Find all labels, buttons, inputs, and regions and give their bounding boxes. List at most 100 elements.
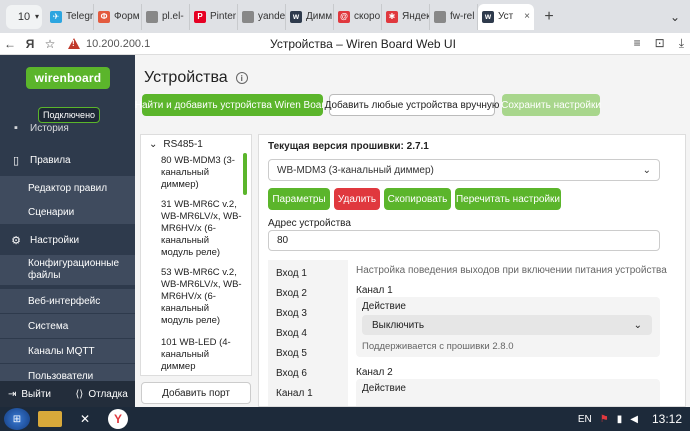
flag-icon[interactable]: ⚑	[600, 414, 609, 425]
start-button[interactable]: ⊞	[4, 408, 30, 430]
channel-2-box: Действие	[356, 379, 660, 406]
tab-0[interactable]: ✈ Telegr	[46, 3, 94, 30]
channel-1-box: Действие Выключить ⌄ Поддерживается с пр…	[356, 297, 660, 357]
delete-button[interactable]: Удалить	[334, 188, 380, 210]
save-settings-button[interactable]: Сохранить настройки	[501, 94, 601, 116]
info-icon[interactable]: i	[235, 72, 248, 84]
address-bar-actions: ≡ ⊡ ⤓	[634, 36, 684, 51]
network-icon[interactable]: ▮	[617, 414, 623, 425]
tab-input-1[interactable]: Вход 1	[276, 268, 307, 279]
address-label: Адрес устройства	[268, 218, 351, 229]
add-manual-button[interactable]: Добавить любые устройства вручную	[325, 94, 499, 116]
tab-4[interactable]: yande	[238, 3, 286, 30]
firmware-version: Текущая версия прошивки: 2.7.1	[268, 141, 429, 152]
bookmark-icon[interactable]: ⊡	[655, 36, 665, 51]
find-add-devices-button[interactable]: Найти и добавить устройства Wiren Board	[135, 94, 330, 116]
debug-button[interactable]: ⟨⟩ Отладка	[68, 389, 136, 400]
params-button[interactable]: Параметры	[268, 188, 330, 210]
clock[interactable]: 13:12	[652, 412, 682, 426]
chevron-down-icon[interactable]: ⌄	[670, 10, 680, 24]
channel-2-action-label: Действие	[362, 383, 406, 394]
main-content: Устройства i Найти и добавить устройства…	[135, 55, 690, 407]
tab-6[interactable]: @ скоро	[334, 3, 382, 30]
volume-icon[interactable]: ◀	[630, 414, 638, 425]
favicon-icon	[146, 10, 158, 23]
tab-9[interactable]: w Уст ×	[478, 3, 534, 30]
new-tab-button[interactable]: +	[538, 6, 560, 28]
sidebar-item-settings[interactable]: ⚙ Настройки	[0, 228, 135, 252]
sidebar-item-mqtt-channels[interactable]: Каналы MQTT	[0, 339, 135, 363]
calculator-icon[interactable]: ✕	[70, 408, 100, 430]
channel-1-action-select[interactable]: Выключить ⌄	[362, 315, 652, 335]
favicon-icon: w	[482, 10, 494, 23]
device-item-53[interactable]: 53 WB-MR6C v.2, WB-MR6LV/x, WB-MR6HV/x (…	[161, 267, 243, 327]
channel-1-note: Поддерживается с прошивки 2.8.0	[362, 341, 514, 352]
tab-input-4[interactable]: Вход 4	[276, 328, 307, 339]
sidebar-item-rules[interactable]: ▯ Правила	[0, 148, 135, 172]
gear-icon: ⚙	[11, 234, 21, 247]
tab-2[interactable]: pl.el-	[142, 3, 190, 30]
tab-channel-1[interactable]: Канал 1	[276, 388, 313, 399]
tab-label: скоро	[354, 11, 381, 22]
port-group[interactable]: ⌄ RS485-1	[149, 139, 203, 150]
back-arrow-icon[interactable]: ←	[0, 37, 20, 51]
tab-input-5[interactable]: Вход 5	[276, 348, 307, 359]
star-icon[interactable]: ☆	[40, 37, 60, 51]
list-scrollbar[interactable]	[243, 153, 247, 195]
tab-label: Димм	[306, 11, 333, 22]
favicon-icon: Ф	[98, 10, 110, 23]
sidebar-item-scenarios[interactable]: Сценарии	[0, 200, 135, 224]
page-title-bar: Устройства – Wiren Board Web UI	[270, 37, 456, 51]
tab-input-3[interactable]: Вход 3	[276, 308, 307, 319]
address-bar: ← Я ☆ 10.200.200.1 Устройства – Wiren Bo…	[0, 33, 690, 55]
device-type-select[interactable]: WB-MDM3 (3-канальный диммер) ⌄	[268, 159, 660, 181]
chevron-down-icon: ⌄	[149, 139, 158, 150]
document-icon: ▯	[12, 154, 20, 167]
favicon-icon	[434, 10, 446, 23]
chevron-down-icon: ⌄	[642, 164, 651, 176]
channel-1-action-label: Действие	[362, 301, 406, 312]
tab-5[interactable]: w Димм	[286, 3, 334, 30]
tab-7[interactable]: ✱ Яндек	[382, 3, 430, 30]
favicon-icon	[242, 10, 254, 23]
favicon-icon: P	[194, 10, 206, 23]
sidebar-item-history[interactable]: ▪ История	[0, 121, 135, 135]
device-address-input[interactable]: 80	[268, 230, 660, 251]
favicon-icon: w	[290, 10, 302, 23]
tab-label: Форм	[114, 11, 140, 22]
menu-icon[interactable]: ≡	[634, 36, 641, 51]
tab-8[interactable]: fw-rel	[430, 3, 478, 30]
sidebar-item-system[interactable]: Система	[0, 314, 135, 338]
tab-3[interactable]: P Pinter	[190, 3, 238, 30]
browser-tabstrip: 10 ▾ ✈ Telegr Ф Форм pl.el- P Pinter yande w Димм…	[0, 0, 690, 33]
system-tray: EN ⚑ ▮ ◀ 13:12	[578, 407, 682, 431]
url-field[interactable]: 10.200.200.1	[68, 38, 150, 50]
device-item-101[interactable]: 101 WB-LED (4-канальный диммер	[161, 337, 243, 373]
sidebar-item-rule-editor[interactable]: Редактор правил	[0, 176, 135, 200]
close-icon[interactable]: ×	[524, 11, 530, 22]
language-indicator[interactable]: EN	[578, 414, 592, 425]
tab-counter[interactable]: 10 ▾	[6, 4, 42, 29]
reread-settings-button[interactable]: Перечитать настройки	[455, 188, 561, 210]
logout-button[interactable]: ⇥ Выйти	[0, 389, 68, 400]
sidebar-item-config-files[interactable]: Конфигурационные файлы	[0, 255, 135, 285]
tab-input-6[interactable]: Вход 6	[276, 368, 307, 379]
explorer-icon[interactable]	[38, 411, 62, 427]
chevron-down-icon: ⌄	[633, 319, 642, 331]
tab-input-2[interactable]: Вход 2	[276, 288, 307, 299]
channel-1-label: Канал 1	[356, 285, 393, 296]
download-icon[interactable]: ⤓	[679, 36, 684, 51]
sidebar-item-web-ui[interactable]: Веб-интерфейс	[0, 289, 135, 313]
device-item-31[interactable]: 31 WB-MR6C v.2, WB-MR6LV/x, WB-MR6HV/x (…	[161, 199, 243, 259]
tab-1[interactable]: Ф Форм	[94, 3, 142, 30]
copy-button[interactable]: Скопировать	[384, 188, 451, 210]
device-item-80[interactable]: 80 WB-MDM3 (3-канальный диммер)	[161, 155, 243, 191]
tab-label: yande	[258, 11, 286, 22]
tab-list: ✈ Telegr Ф Форм pl.el- P Pinter yande w Димм @ скор…	[46, 3, 534, 30]
favicon-icon: ✱	[386, 10, 398, 23]
yandex-icon[interactable]: Я	[20, 37, 40, 51]
device-list: ⌄ RS485-1 80 WB-MDM3 (3-канальный диммер…	[140, 134, 252, 376]
yandex-browser-icon[interactable]: Y	[108, 409, 128, 429]
add-port-button[interactable]: Добавить порт	[141, 382, 251, 404]
tab-label: Уст	[498, 11, 514, 22]
